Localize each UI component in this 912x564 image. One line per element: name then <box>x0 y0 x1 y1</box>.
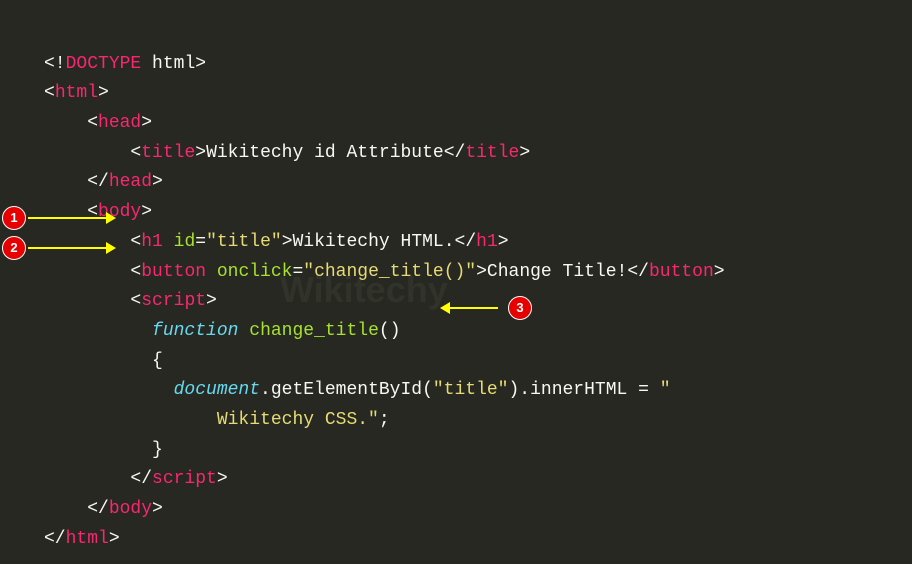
code-line-9: <script> <box>44 291 217 311</box>
code-line-3: <head> <box>44 113 152 133</box>
code-line-2: <html> <box>44 83 109 103</box>
code-line-16: </body> <box>44 499 163 519</box>
code-block: <!DOCTYPE html> <html> <head> <title>Wik… <box>0 0 912 564</box>
annotation-badge-1: 1 <box>2 206 26 230</box>
annotation-arrow-3 <box>450 307 498 309</box>
code-line-5: </head> <box>44 172 163 192</box>
code-line-15: </script> <box>44 469 228 489</box>
annotation-badge-3: 3 <box>508 296 532 320</box>
code-line-12: document.getElementById("title").innerHT… <box>44 380 671 400</box>
code-line-10: function change_title() <box>44 321 401 341</box>
code-line-1: <!DOCTYPE html> <box>44 54 206 74</box>
code-line-6: <body> <box>44 202 152 222</box>
code-line-14: } <box>44 440 163 460</box>
code-line-4: <title>Wikitechy id Attribute</title> <box>44 143 530 163</box>
code-line-13: Wikitechy CSS."; <box>44 410 390 430</box>
code-line-17: </html> <box>44 529 120 549</box>
code-line-8: <button onclick="change_title()">Change … <box>44 262 725 282</box>
annotation-badge-2: 2 <box>2 236 26 260</box>
code-line-11: { <box>44 351 163 371</box>
annotation-arrow-1 <box>28 217 106 219</box>
annotation-arrow-2 <box>28 247 106 249</box>
